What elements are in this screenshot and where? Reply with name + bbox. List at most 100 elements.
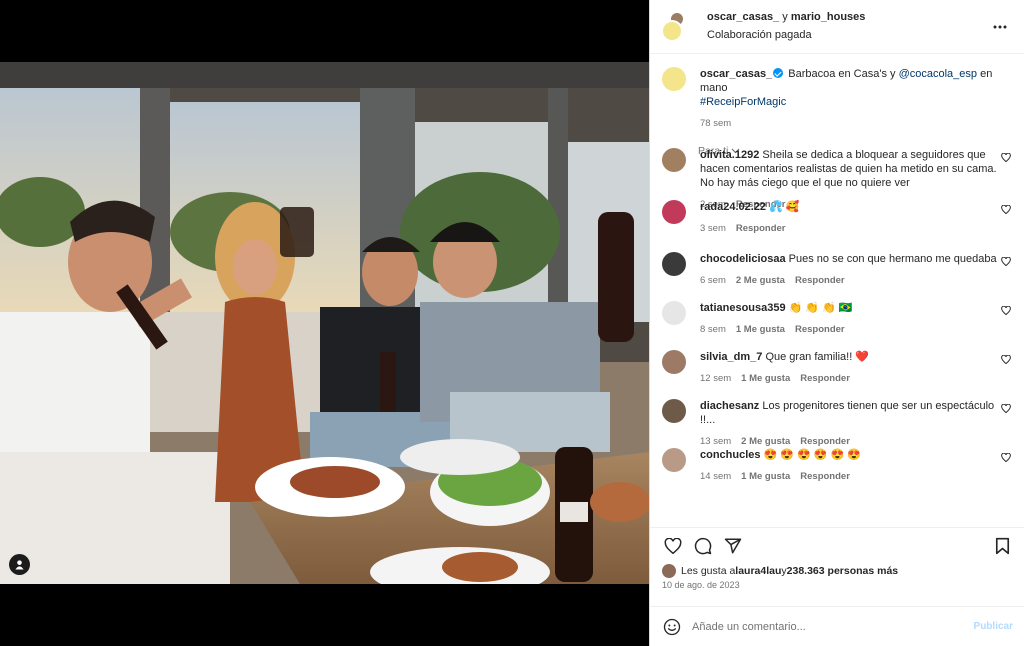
comment-meta: 8 sem 1 Me gusta Responder bbox=[700, 324, 997, 336]
comment-text: 💦 🥰 bbox=[769, 201, 800, 213]
post-photo[interactable] bbox=[0, 62, 649, 584]
caption-username[interactable]: oscar_casas_ bbox=[700, 68, 772, 80]
avatar[interactable] bbox=[662, 252, 686, 276]
reply-button[interactable]: Responder bbox=[795, 324, 845, 335]
comment-item: tatianesousa359 👏 👏 👏 🇧🇷 8 sem 1 Me gusta R… bbox=[650, 301, 1024, 336]
comment-heart-icon[interactable] bbox=[997, 200, 1011, 235]
caption-meta: 78 sem bbox=[700, 118, 1011, 130]
comment-meta: 13 sem 2 Me gusta Responder bbox=[700, 436, 997, 448]
avatar[interactable] bbox=[662, 448, 686, 472]
comment-likes[interactable]: 1 Me gusta bbox=[736, 324, 785, 335]
avatar[interactable] bbox=[662, 399, 686, 423]
post-side-panel: oscar_casas_ y mario_houses Colaboración… bbox=[649, 0, 1024, 646]
comment-item: rada24.02.22 💦 🥰 3 sem Responder bbox=[650, 200, 1024, 235]
comment-heart-icon[interactable] bbox=[997, 301, 1011, 336]
comment-body: chocodeliciosaa Pues no se con que herma… bbox=[700, 252, 997, 287]
comment-time[interactable]: 13 sem bbox=[700, 436, 731, 447]
likes-count[interactable]: 238.363 personas más bbox=[787, 565, 899, 577]
comment-time[interactable]: 3 sem bbox=[700, 223, 726, 234]
comment-heart-icon[interactable] bbox=[997, 399, 1011, 448]
caption-text: Barbacoa en Casa's y bbox=[785, 68, 899, 80]
comment-body: silvia_dm_7 Que gran familia!! ❤️ 12 sem 1… bbox=[700, 350, 997, 385]
bookmark-icon[interactable] bbox=[991, 535, 1013, 557]
send-icon[interactable] bbox=[722, 535, 744, 557]
comment-heart-icon[interactable] bbox=[997, 350, 1011, 385]
comment-likes[interactable]: 2 Me gusta bbox=[741, 436, 790, 447]
account-link[interactable]: oscar_casas_ bbox=[707, 11, 779, 23]
comment-username[interactable]: olivita.1292 bbox=[700, 149, 759, 161]
comment-username[interactable]: tatianesousa359 bbox=[700, 302, 786, 314]
likes-summary[interactable]: Les gusta a laura4lau y 238.363 personas… bbox=[650, 564, 1024, 578]
comment-likes[interactable]: 1 Me gusta bbox=[741, 373, 790, 384]
heart-icon[interactable] bbox=[662, 535, 684, 557]
instagram-post-view: oscar_casas_ y mario_houses Colaboración… bbox=[0, 0, 1024, 646]
comment-username[interactable]: chocodeliciosaa bbox=[700, 253, 786, 265]
comment-username[interactable]: conchucles bbox=[700, 449, 761, 461]
comment-body: rada24.02.22 💦 🥰 3 sem Responder bbox=[700, 200, 997, 235]
comment-meta: 14 sem 1 Me gusta Responder bbox=[700, 471, 997, 483]
header-text: oscar_casas_ y mario_houses Colaboración… bbox=[707, 10, 990, 43]
comment-username[interactable]: silvia_dm_7 bbox=[700, 351, 762, 363]
comment-heart-icon[interactable] bbox=[997, 448, 1011, 483]
post-header: oscar_casas_ y mario_houses Colaboración… bbox=[650, 0, 1024, 54]
comment-time[interactable]: 6 sem bbox=[700, 275, 726, 286]
accounts-joiner: y bbox=[779, 11, 791, 23]
comment-time[interactable]: 12 sem bbox=[700, 373, 731, 384]
comment-time[interactable]: 8 sem bbox=[700, 324, 726, 335]
comments-scroll[interactable]: oscar_casas_ Barbacoa en Casa's y @cocac… bbox=[650, 55, 1024, 527]
avatar bbox=[661, 19, 683, 42]
verified-badge-icon bbox=[773, 68, 784, 78]
reply-button[interactable]: Responder bbox=[800, 373, 850, 384]
more-horizontal-icon[interactable] bbox=[990, 17, 1010, 37]
comment-item: diachesanz Los progenitores tienen que s… bbox=[650, 399, 1024, 448]
reply-button[interactable]: Responder bbox=[736, 223, 786, 234]
comment-text: 👏 👏 👏 🇧🇷 bbox=[788, 302, 853, 314]
comment-likes[interactable]: 1 Me gusta bbox=[741, 471, 790, 482]
avatar[interactable] bbox=[662, 200, 686, 224]
comment-input[interactable] bbox=[692, 620, 974, 633]
post-media bbox=[0, 0, 649, 646]
emoji-icon[interactable] bbox=[662, 617, 682, 637]
comment-item: chocodeliciosaa Pues no se con que herma… bbox=[650, 252, 1024, 287]
comment-icon[interactable] bbox=[692, 535, 714, 557]
comment-text: Que gran familia!! ❤️ bbox=[765, 351, 870, 363]
avatar[interactable] bbox=[662, 148, 686, 172]
publish-button[interactable]: Publicar bbox=[974, 621, 1013, 632]
post-date[interactable]: 10 de ago. de 2023 bbox=[650, 578, 1024, 592]
comment-heart-icon[interactable] bbox=[997, 252, 1011, 287]
comment-text: 😍 😍 😍 😍 😍 😍 bbox=[763, 449, 862, 461]
caption-time[interactable]: 78 sem bbox=[700, 118, 731, 129]
reply-button[interactable]: Responder bbox=[800, 436, 850, 447]
avatar[interactable] bbox=[662, 67, 686, 91]
mention-link[interactable]: @cocacola_esp bbox=[899, 68, 977, 80]
comment-body: tatianesousa359 👏 👏 👏 🇧🇷 8 sem 1 Me gusta R… bbox=[700, 301, 997, 336]
avatar bbox=[662, 564, 676, 578]
comment-body: conchucles 😍 😍 😍 😍 😍 😍 14 sem 1 Me gusta Re… bbox=[700, 448, 997, 483]
reply-button[interactable]: Responder bbox=[800, 471, 850, 482]
avatar[interactable] bbox=[662, 301, 686, 325]
collab-accounts: oscar_casas_ y mario_houses bbox=[707, 10, 990, 25]
paid-partnership-label[interactable]: Colaboración pagada bbox=[707, 28, 990, 43]
caption-body: oscar_casas_ Barbacoa en Casa's y @cocac… bbox=[700, 67, 1011, 130]
comment-meta: 6 sem 2 Me gusta Responder bbox=[700, 275, 997, 287]
post-caption: oscar_casas_ Barbacoa en Casa's y @cocac… bbox=[650, 55, 1024, 130]
comment-text: Pues no se con que hermano me quedaba bbox=[788, 253, 997, 265]
comment-username[interactable]: rada24.02.22 bbox=[700, 201, 766, 213]
comment-item: conchucles 😍 😍 😍 😍 😍 😍 14 sem 1 Me gusta Re… bbox=[650, 448, 1024, 483]
action-icons bbox=[650, 528, 1024, 564]
add-comment-bar: Publicar bbox=[650, 606, 1024, 646]
comment-username[interactable]: diachesanz bbox=[700, 400, 759, 412]
photo-illustration bbox=[0, 62, 649, 584]
comment-time[interactable]: 14 sem bbox=[700, 471, 731, 482]
liked-by-user[interactable]: laura4lau bbox=[735, 565, 781, 577]
reply-button[interactable]: Responder bbox=[795, 275, 845, 286]
likes-prefix: Les gusta a bbox=[681, 565, 736, 577]
account-link[interactable]: mario_houses bbox=[791, 11, 866, 23]
post-actions: Les gusta a laura4lau y 238.363 personas… bbox=[650, 527, 1024, 590]
user-tag-icon[interactable] bbox=[9, 554, 30, 575]
comment-likes[interactable]: 2 Me gusta bbox=[736, 275, 785, 286]
comment-item: silvia_dm_7 Que gran familia!! ❤️ 12 sem 1… bbox=[650, 350, 1024, 385]
hashtag-link[interactable]: #ReceipForMagic bbox=[700, 96, 786, 108]
collab-avatars[interactable] bbox=[661, 11, 693, 43]
avatar[interactable] bbox=[662, 350, 686, 374]
